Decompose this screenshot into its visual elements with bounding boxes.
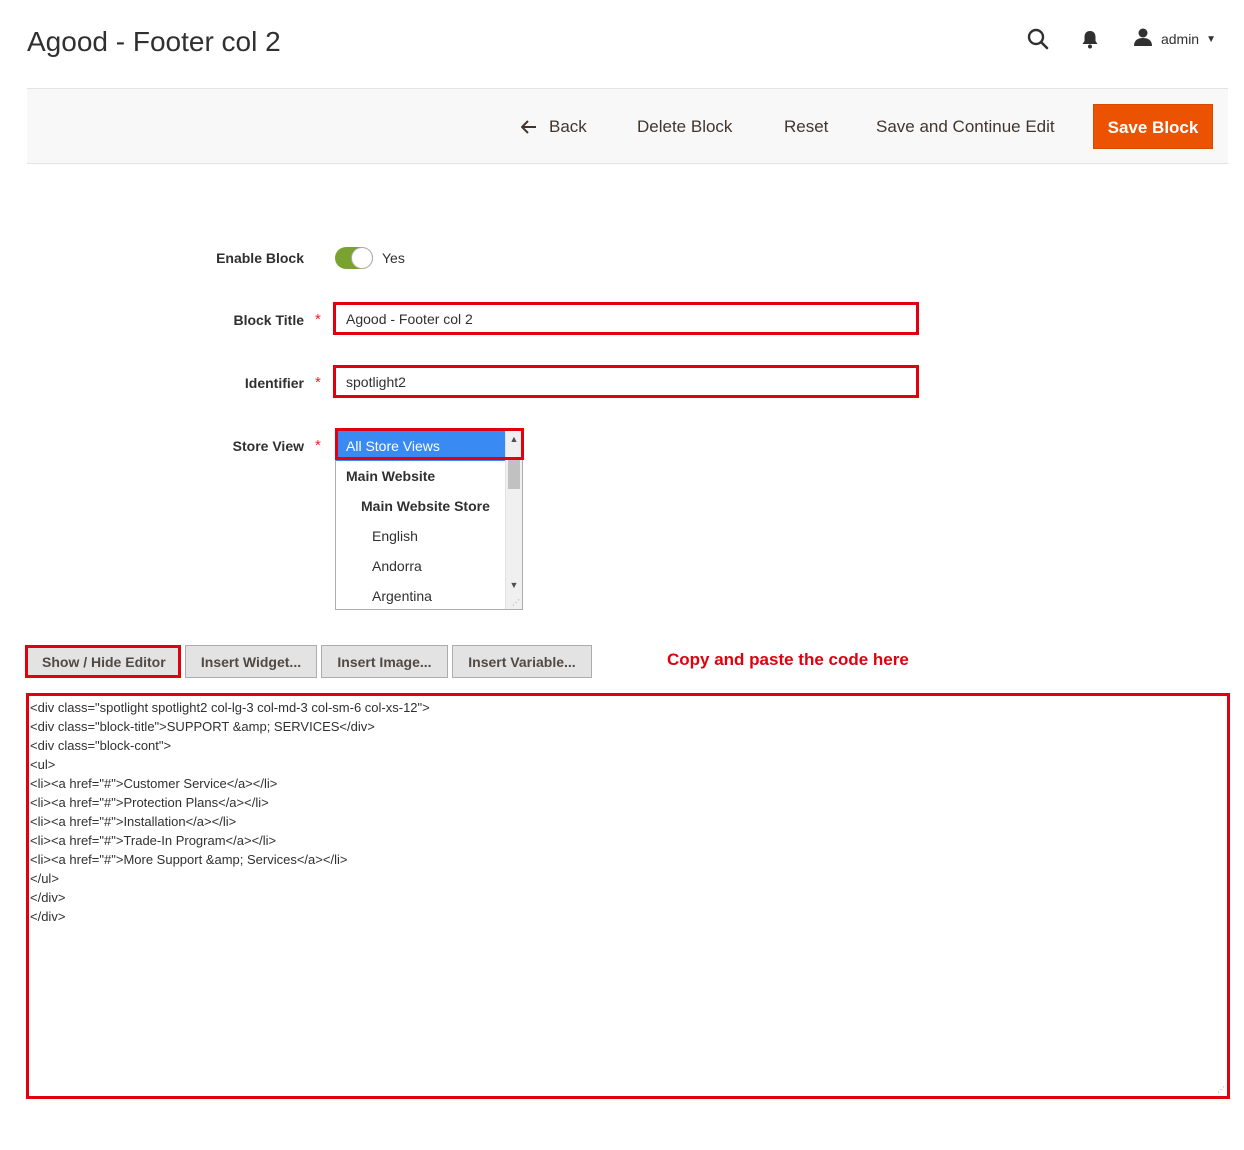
block-title-row: Block Title * (0, 302, 1244, 338)
store-view-option[interactable]: English (336, 521, 522, 551)
back-button[interactable]: Back (521, 104, 587, 149)
user-menu[interactable]: admin ▼ (1133, 27, 1216, 52)
code-line: <li><a href="#">Installation</a></li> (30, 814, 237, 829)
arrow-left-icon (521, 119, 536, 134)
user-name: admin (1160, 31, 1200, 47)
resize-grip-icon[interactable]: ⋰ (1217, 1086, 1225, 1094)
store-view-option[interactable]: Argentina (336, 581, 522, 609)
code-line: <li><a href="#">Customer Service</a></li… (30, 776, 278, 791)
store-view-row: Store View * (0, 428, 1244, 464)
required-asterisk: * (315, 437, 321, 454)
required-asterisk: * (315, 374, 321, 391)
block-title-input[interactable] (333, 302, 919, 335)
code-line: <ul> (30, 757, 56, 772)
enable-block-row: Enable Block Yes (0, 240, 1244, 276)
enable-block-value: Yes (382, 250, 405, 266)
annotation-text: Copy and paste the code here (667, 650, 909, 669)
content-textarea[interactable]: <div class="spotlight spotlight2 col-lg-… (26, 693, 1230, 1099)
chevron-down-icon[interactable]: ▼ (506, 577, 522, 593)
store-view-label: Store View (232, 438, 304, 454)
resize-grip-icon[interactable]: ⋰ (512, 599, 520, 607)
save-block-button[interactable]: Save Block (1093, 104, 1213, 149)
store-view-option[interactable]: All Store Views (336, 431, 506, 461)
code-line: <div class="spotlight spotlight2 col-lg-… (30, 700, 430, 715)
enable-block-label: Enable Block (216, 250, 304, 266)
code-line: <li><a href="#">Protection Plans</a></li… (30, 795, 269, 810)
identifier-input[interactable] (333, 365, 919, 398)
insert-widget-button[interactable]: Insert Widget... (185, 645, 317, 678)
toggle-knob (352, 248, 372, 268)
enable-block-toggle[interactable] (335, 247, 373, 269)
scroll-thumb[interactable] (508, 459, 520, 489)
chevron-down-icon: ▼ (1206, 33, 1216, 45)
code-line: </ul> (30, 871, 59, 886)
insert-variable-button[interactable]: Insert Variable... (452, 645, 592, 678)
code-line: <li><a href="#">More Support &amp; Servi… (30, 852, 348, 867)
code-line: </div> (30, 909, 66, 924)
code-line: <div class="block-cont"> (30, 738, 172, 753)
show-hide-editor-button[interactable]: Show / Hide Editor (25, 645, 181, 678)
identifier-label: Identifier (244, 375, 304, 391)
bell-icon[interactable] (1077, 26, 1103, 52)
search-icon[interactable] (1025, 26, 1051, 52)
store-view-option[interactable]: Main Website Store (336, 491, 522, 521)
store-view-option[interactable]: Main Website (336, 461, 516, 491)
page-title: Agood - Footer col 2 (27, 26, 281, 57)
save-and-continue-button[interactable]: Save and Continue Edit (876, 104, 1055, 149)
delete-block-button[interactable]: Delete Block (637, 104, 732, 149)
header-actions: admin ▼ (1025, 26, 1216, 52)
code-line: <div class="block-title">SUPPORT &amp; S… (30, 719, 375, 734)
reset-button[interactable]: Reset (784, 104, 828, 149)
store-view-multiselect[interactable]: All Store Views Main Website Main Websit… (335, 430, 523, 610)
identifier-row: Identifier * (0, 365, 1244, 401)
code-line: <li><a href="#">Trade-In Program</a></li… (30, 833, 277, 848)
user-icon (1133, 27, 1153, 52)
store-view-option[interactable]: Andorra (336, 551, 522, 581)
back-label: Back (549, 117, 587, 136)
page-actions-bar: Back Delete Block Reset Save and Continu… (27, 88, 1228, 164)
insert-image-button[interactable]: Insert Image... (321, 645, 448, 678)
scrollbar[interactable]: ▲ ▼ (505, 431, 522, 609)
block-title-label: Block Title (233, 312, 304, 328)
required-asterisk: * (315, 311, 321, 328)
code-line: </div> (30, 890, 66, 905)
chevron-up-icon[interactable]: ▲ (506, 431, 522, 447)
